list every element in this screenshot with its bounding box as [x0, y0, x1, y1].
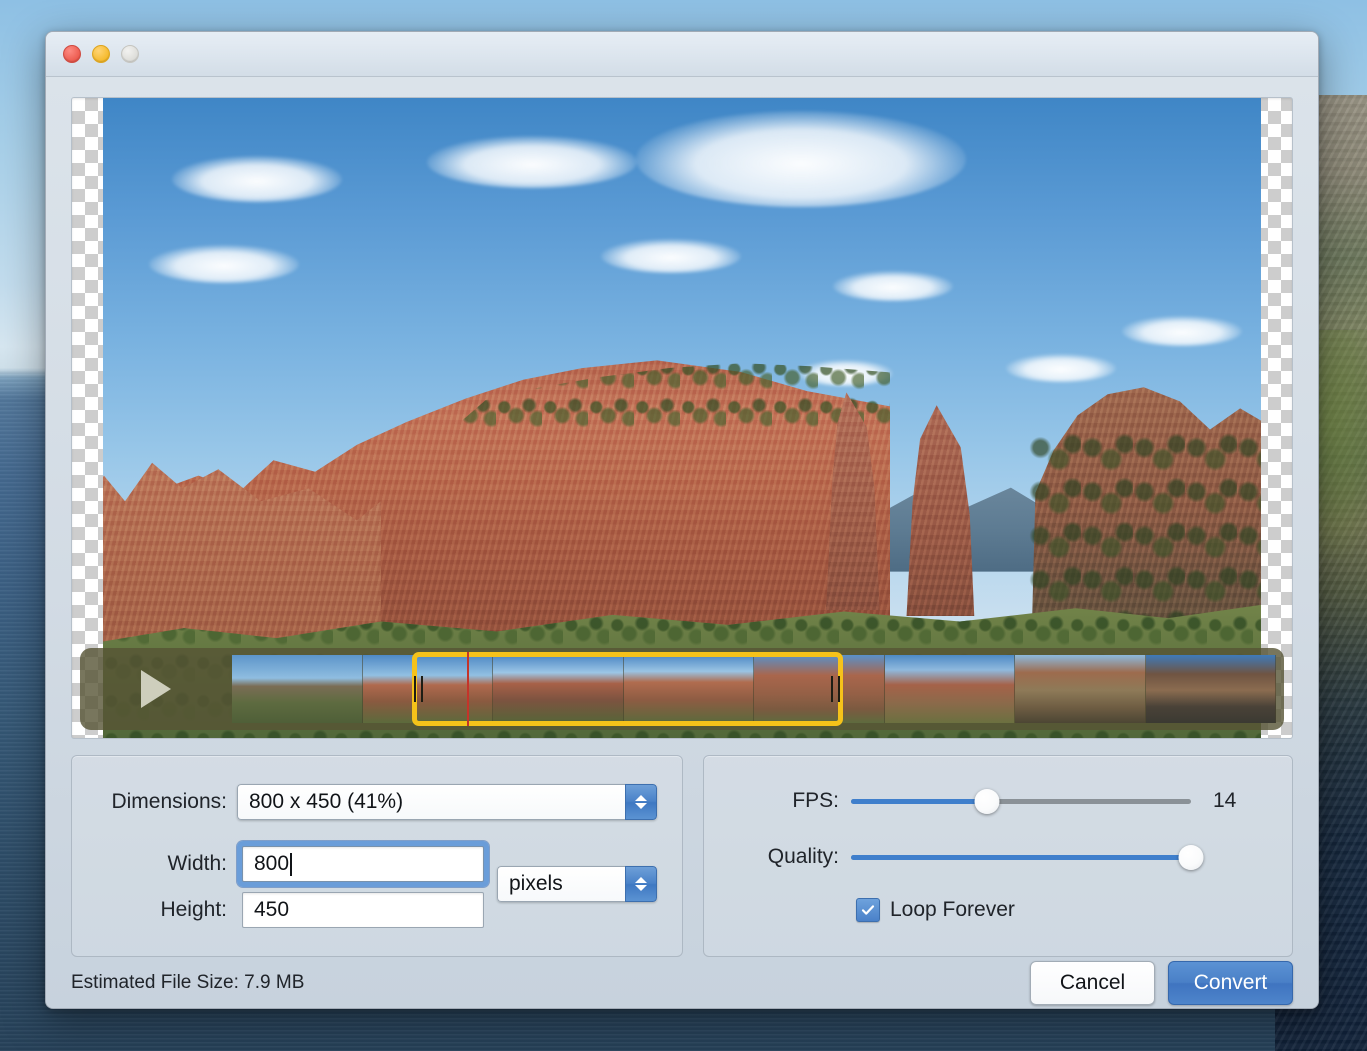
units-value: pixels: [497, 866, 625, 902]
zoom-button-icon[interactable]: [121, 45, 139, 63]
quality-slider-fill: [851, 854, 1191, 860]
quality-slider-thumb[interactable]: [1178, 844, 1204, 870]
cloud: [172, 155, 343, 202]
fps-label: FPS:: [792, 789, 839, 812]
quality-row: Quality:: [704, 844, 1292, 870]
play-button[interactable]: [80, 648, 232, 730]
height-value: 450: [254, 898, 290, 921]
window-body: Dimensions: 800 x 450 (41%) Width: 800 H…: [46, 77, 1318, 1008]
checkmark-icon: [861, 905, 875, 915]
fps-slider[interactable]: [851, 788, 1191, 814]
quality-label: Quality:: [767, 845, 839, 868]
cloud: [1006, 354, 1117, 382]
butte-vegetation: [1029, 430, 1261, 636]
footer-bar: Estimated File Size: 7.9 MB Cancel Conve…: [46, 957, 1318, 1008]
list-item[interactable]: [754, 655, 885, 723]
dimensions-label: Dimensions:: [111, 790, 227, 813]
play-triangle-icon: [141, 670, 171, 708]
list-item[interactable]: [1145, 655, 1276, 723]
stepper-updown-icon[interactable]: [625, 866, 657, 902]
convert-button[interactable]: Convert: [1168, 960, 1293, 1005]
playhead[interactable]: [466, 652, 469, 726]
units-select[interactable]: pixels: [497, 866, 657, 902]
width-value: 800: [254, 852, 290, 875]
list-item[interactable]: [1015, 655, 1146, 723]
dimensions-select[interactable]: 800 x 450 (41%): [237, 784, 657, 820]
cloud: [600, 238, 741, 273]
height-input[interactable]: 450: [242, 892, 484, 928]
cloud: [832, 270, 953, 301]
output-panel: FPS: 14 Quality: Loop Forever: [703, 755, 1293, 957]
list-item[interactable]: [493, 655, 624, 723]
dimensions-value: 800 x 450 (41%): [237, 784, 625, 820]
fps-row: FPS: 14: [704, 788, 1292, 814]
fps-slider-thumb[interactable]: [974, 788, 1000, 814]
list-item[interactable]: [232, 655, 363, 723]
text-caret: [290, 852, 293, 876]
preview-image: [103, 98, 1261, 738]
height-label: Height:: [160, 898, 227, 921]
preview-area[interactable]: [71, 97, 1293, 739]
width-input[interactable]: 800: [242, 846, 484, 882]
minimize-button-icon[interactable]: [92, 45, 110, 63]
window-titlebar[interactable]: [46, 32, 1318, 77]
cancel-button[interactable]: Cancel: [1030, 960, 1155, 1005]
estimated-file-size: Estimated File Size: 7.9 MB: [71, 971, 305, 993]
loop-forever-row[interactable]: Loop Forever: [856, 898, 1015, 922]
fps-value: 14: [1213, 789, 1237, 812]
cloud: [1122, 315, 1243, 346]
stepper-updown-icon[interactable]: [625, 784, 657, 820]
list-item[interactable]: [362, 655, 493, 723]
filmstrip[interactable]: [232, 652, 1276, 726]
list-item[interactable]: [623, 655, 754, 723]
width-label: Width:: [167, 852, 227, 875]
dimensions-row: Dimensions: 800 x 450 (41%): [72, 784, 682, 820]
fps-slider-fill: [851, 798, 987, 804]
loop-forever-label: Loop Forever: [890, 898, 1015, 921]
close-button-icon[interactable]: [63, 45, 81, 63]
dimensions-panel: Dimensions: 800 x 450 (41%) Width: 800 H…: [71, 755, 683, 957]
footer-buttons: Cancel Convert: [1030, 960, 1293, 1005]
loop-forever-checkbox[interactable]: [856, 898, 880, 922]
quality-slider[interactable]: [851, 844, 1204, 870]
timeline-scrubber[interactable]: [80, 648, 1284, 730]
settings-panels: Dimensions: 800 x 450 (41%) Width: 800 H…: [71, 755, 1293, 957]
gif-converter-window: Dimensions: 800 x 450 (41%) Width: 800 H…: [45, 31, 1319, 1009]
cloud: [149, 245, 300, 284]
cloud: [635, 110, 966, 207]
width-focus-ring: 800: [237, 841, 489, 887]
list-item[interactable]: [884, 655, 1015, 723]
